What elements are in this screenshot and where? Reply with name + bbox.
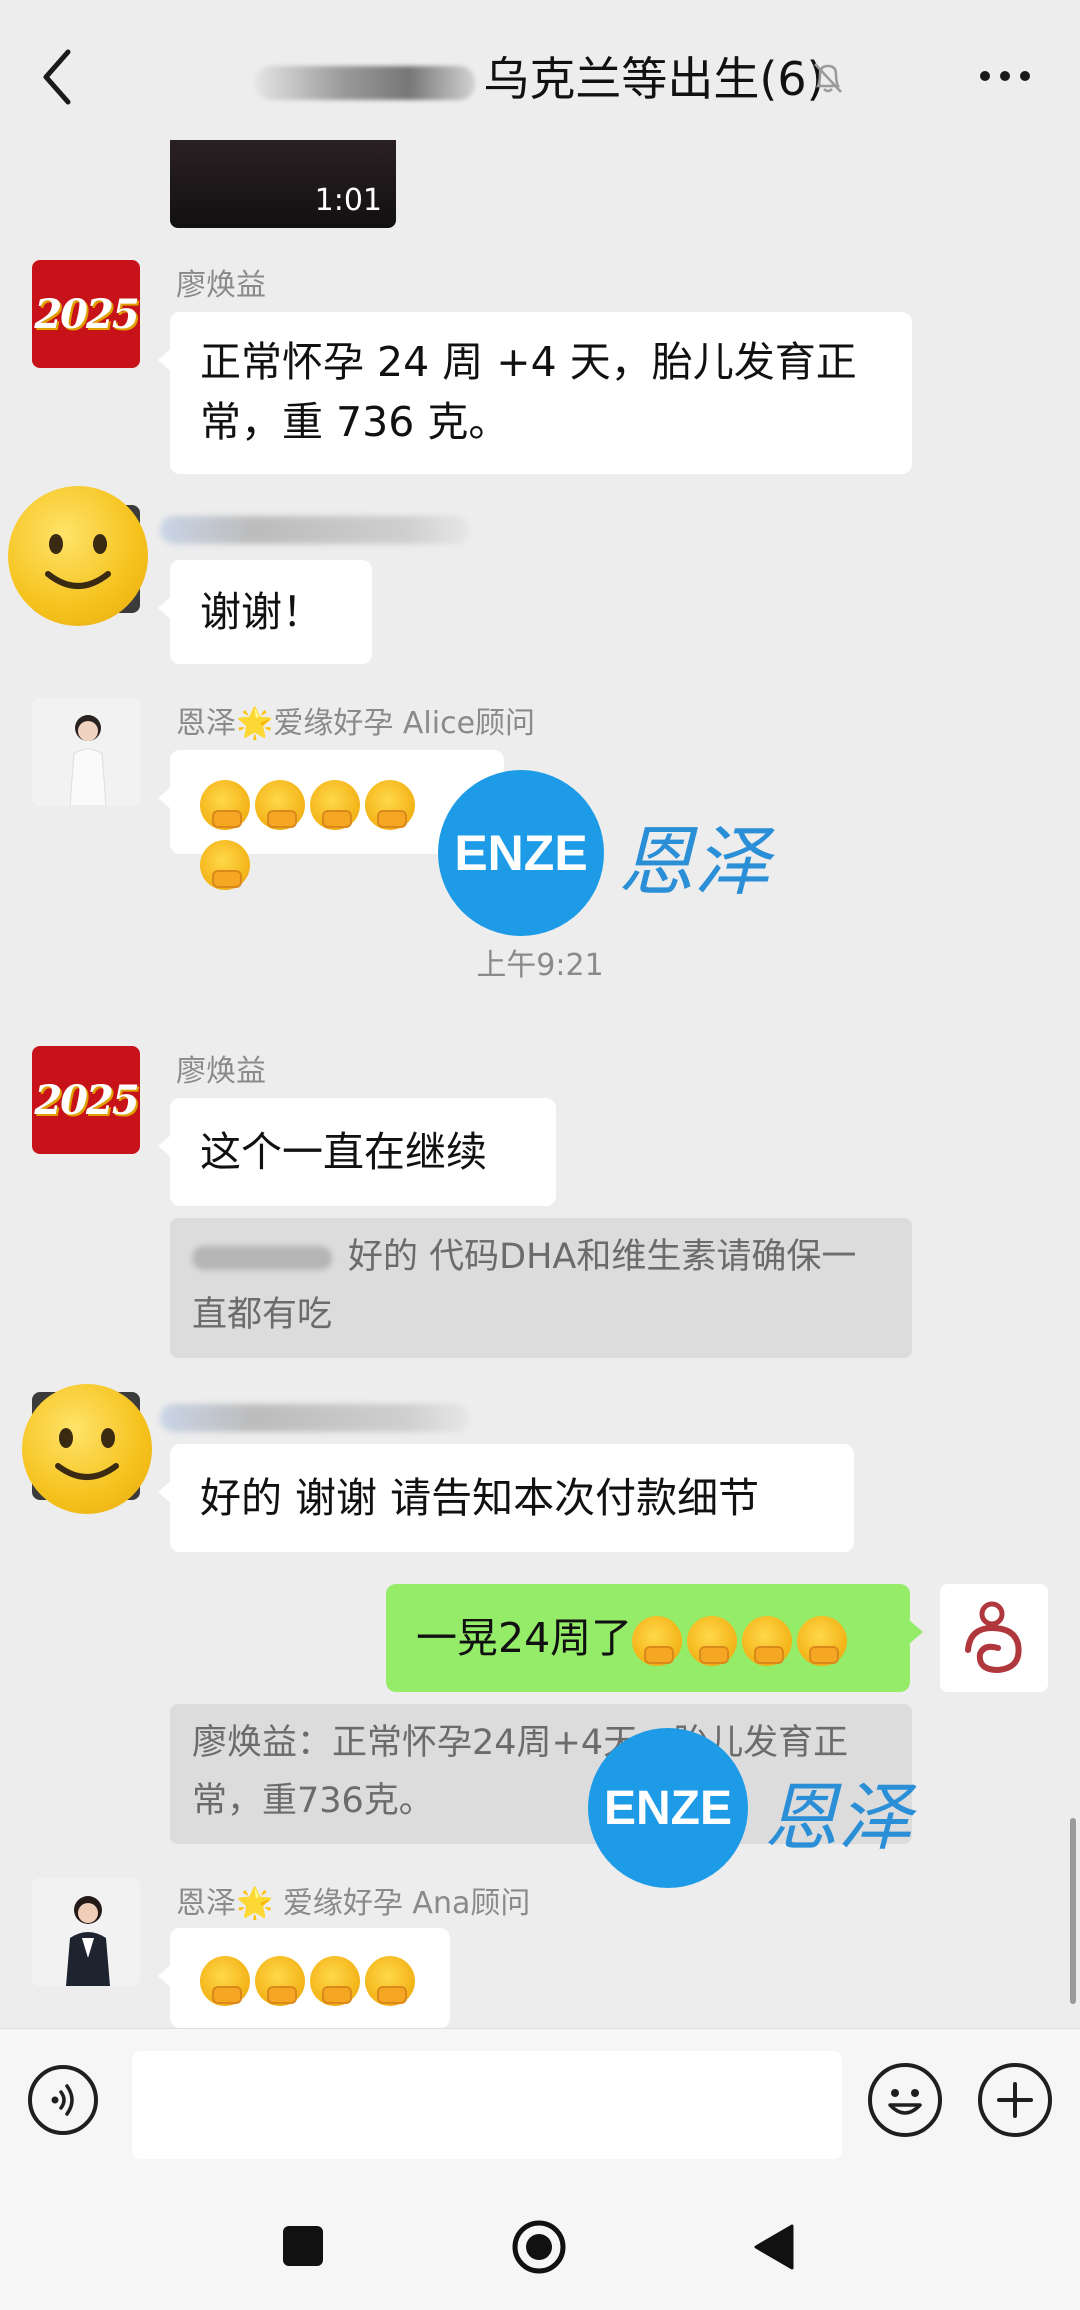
hugging-emoji-icon (200, 780, 250, 830)
hugging-emoji-icon (632, 1616, 683, 1666)
plus-icon[interactable] (978, 2063, 1052, 2137)
message-bubble[interactable]: 谢谢！ (158, 560, 372, 664)
message-input[interactable] (132, 2051, 842, 2159)
message-text: 常，重 736 克。 (200, 398, 510, 446)
input-bar (0, 2028, 1080, 2189)
smiley-sticker (8, 486, 148, 626)
message-bubble-own[interactable]: 一晃24周了 (386, 1584, 923, 1692)
avatar[interactable]: 2025 (32, 1046, 140, 1154)
avatar[interactable] (32, 1878, 140, 1986)
scrollbar[interactable] (1070, 1818, 1076, 2004)
hugging-emoji-icon (310, 780, 360, 830)
timestamp: 上午9:21 (476, 948, 604, 983)
video-duration: 1:01 (314, 183, 382, 218)
blurred-sender-name (160, 1404, 470, 1432)
message-text: 这个一直在继续 (200, 1128, 487, 1176)
emoji-group (200, 778, 420, 890)
more-icon[interactable] (975, 56, 1035, 96)
avatar-self[interactable] (940, 1584, 1048, 1692)
emoji-button[interactable] (868, 2063, 942, 2137)
watermark-logo: ENZE (438, 770, 604, 936)
video-message[interactable]: 1:01 (170, 140, 396, 228)
message-text: 谢谢！ (200, 588, 323, 636)
hugging-emoji-icon (687, 1616, 738, 1666)
message-text: 一晃24周了 (416, 1614, 633, 1662)
message-bubble[interactable] (158, 1928, 450, 2028)
avatar[interactable]: 2025 (32, 260, 140, 368)
message-bubble[interactable]: 好的 谢谢 请告知本次付款细节 (158, 1444, 854, 1552)
sender-name: 廖焕益 (176, 268, 266, 303)
message-text: 正常怀孕 24 周 +4 天，胎儿发育正 (200, 338, 857, 386)
smiley-sticker (22, 1384, 152, 1514)
voice-input-button[interactable] (28, 2065, 98, 2135)
watermark-brand: 恩泽 (764, 1775, 912, 1861)
hugging-emoji-icon (255, 780, 305, 830)
quoted-message[interactable]: 好的 代码DHA和维生素请确保一 直都有吃 (170, 1218, 912, 1358)
blurred-sender-name (160, 516, 470, 544)
watermark-logo: ENZE (588, 1728, 748, 1888)
system-nav-bar (0, 2188, 1080, 2310)
hugging-emoji-icon (200, 840, 250, 890)
message-bubble[interactable]: 正常怀孕 24 周 +4 天，胎儿发育正 常，重 736 克。 (158, 312, 912, 474)
recents-icon[interactable] (283, 2226, 323, 2266)
blurred-quote-name (192, 1246, 332, 1270)
home-icon[interactable] (510, 2218, 568, 2276)
hugging-emoji-icon (255, 1956, 305, 2006)
chat-title: 乌克兰等出生(6) (0, 44, 1080, 114)
avatar[interactable] (32, 698, 140, 806)
chat-header: 乌克兰等出生(6) (0, 0, 1080, 145)
sender-name: 恩泽🌟爱缘好孕 Alice顾问 (176, 706, 536, 741)
hugging-emoji-icon (200, 1956, 250, 2006)
emoji-group (632, 1614, 852, 1666)
hugging-emoji-icon (310, 1956, 360, 2006)
hugging-emoji-icon (742, 1616, 793, 1666)
watermark-brand: 恩泽 (618, 817, 770, 906)
hugging-emoji-icon (365, 1956, 415, 2006)
message-bubble[interactable]: 这个一直在继续 (158, 1098, 556, 1206)
blurred-name (255, 65, 476, 100)
sender-name: 恩泽🌟 爱缘好孕 Ana顾问 (176, 1886, 531, 1921)
sender-name: 廖焕益 (176, 1054, 266, 1089)
hugging-emoji-icon (797, 1616, 848, 1666)
message-text: 好的 谢谢 请告知本次付款细节 (200, 1474, 760, 1522)
hugging-emoji-icon (365, 780, 415, 830)
emoji-group (200, 1954, 420, 2006)
mute-bell-icon (814, 63, 842, 93)
nav-back-icon[interactable] (752, 2222, 796, 2272)
